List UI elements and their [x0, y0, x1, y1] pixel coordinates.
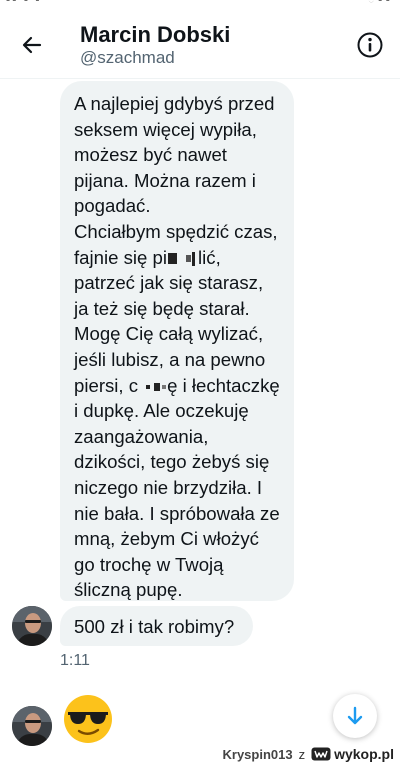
contact-name[interactable]: Marcin Dobski	[80, 22, 230, 48]
conversation-header: Marcin Dobski @szachmad	[0, 8, 400, 79]
sunglasses-emoji-message[interactable]	[62, 693, 114, 745]
message-line-start: fajnie się pi	[74, 246, 168, 268]
message-line: fajnie się pi lić,	[74, 245, 284, 271]
message-line: ja też się będę starał.	[74, 297, 250, 319]
message-line: dzikości, tego żebyś się	[74, 451, 270, 473]
avatar[interactable]	[12, 706, 52, 746]
scroll-to-bottom-button[interactable]	[333, 694, 377, 738]
message-line: śliczną pupę.	[74, 579, 183, 601]
status-icons-left: ▪▪ ▪ ▪	[6, 0, 42, 6]
message-line: piersi, c ę i łechtaczkę	[74, 373, 284, 399]
status-bar: ▪▪ ▪ ▪ ◔ ▪ ▪	[0, 0, 400, 8]
censor-pixels	[154, 382, 161, 391]
wykop-logo: wykop.pl	[311, 746, 394, 762]
watermark-user: Kryspin013	[222, 746, 293, 762]
censor-pixels	[168, 253, 178, 265]
message-line: nie bała. I spróbowała ze	[74, 502, 280, 524]
message-line: Chciałbym spędzić czas,	[74, 220, 278, 242]
message-line: zaangażowania,	[74, 425, 209, 447]
censor-pixels	[192, 251, 196, 266]
message-line: seksem więcej wypiła,	[74, 118, 257, 140]
message-timestamp: 1:11	[60, 652, 90, 669]
watermark-site: wykop.pl	[334, 746, 394, 762]
message-line: patrzeć jak się starasz,	[74, 272, 264, 294]
arrow-down-icon	[347, 706, 363, 725]
avatar-photo	[12, 706, 52, 746]
message-line: A najlepiej gdybyś przed	[74, 93, 275, 114]
sunglasses-emoji	[64, 695, 112, 743]
back-button[interactable]	[14, 27, 50, 63]
message-line: i dupkę. Ale oczekuję	[74, 400, 249, 422]
watermark-separator: z	[298, 746, 306, 762]
message-line: pogadać.	[74, 195, 151, 217]
info-button[interactable]	[354, 29, 386, 61]
message-text: 500 zł i tak robimy?	[74, 616, 235, 637]
censor-pixels	[146, 384, 151, 389]
info-icon	[357, 32, 383, 58]
arrow-left-icon	[22, 36, 42, 54]
status-icons-right: ◔ ▪ ▪	[368, 0, 390, 6]
wykop-logo-icon	[311, 747, 331, 761]
message-bubble-received[interactable]: A najlepiej gdybyś przed seksem więcej w…	[60, 81, 294, 601]
message-line: jeśli lubisz, a na pewno	[74, 348, 266, 370]
message-line: go trochę w Twoją	[74, 553, 224, 575]
message-line-end: lić,	[198, 246, 221, 268]
avatar-photo	[12, 606, 52, 646]
message-line: możesz być nawet	[74, 144, 227, 166]
message-line: Mogę Cię całą wylizać,	[74, 323, 264, 345]
message-line: mną, żebym Ci włożyć	[74, 528, 259, 550]
message-line: pijana. Można razem i	[74, 169, 256, 191]
censor-pixels	[162, 384, 167, 389]
contact-handle[interactable]: @szachmad	[80, 48, 175, 68]
message-line: niczego nie brzydziła. I	[74, 476, 263, 498]
message-line-end: ę i łechtaczkę	[167, 374, 280, 396]
message-bubble-received[interactable]: 500 zł i tak robimy?	[60, 606, 253, 646]
avatar[interactable]	[12, 606, 52, 646]
wykop-watermark: Kryspin013 z wykop.pl	[223, 743, 395, 765]
censor-pixels	[186, 255, 192, 263]
message-line-start: piersi, c	[74, 374, 139, 396]
